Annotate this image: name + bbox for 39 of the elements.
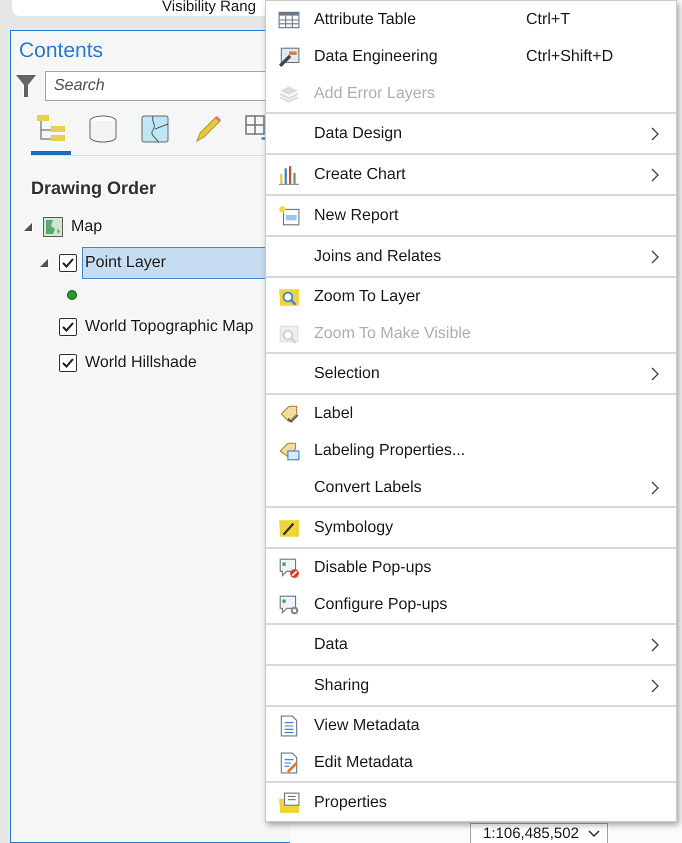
expand-toggle-icon[interactable] (23, 222, 33, 232)
menu-item[interactable]: Properties (266, 783, 676, 822)
menu-item[interactable]: Create Chart (266, 155, 676, 194)
menu-item[interactable]: Edit Metadata (266, 744, 676, 781)
polygon-icon (139, 113, 171, 145)
menu-item[interactable]: New Report (266, 196, 676, 235)
menu-item[interactable]: Convert Labels (266, 469, 676, 506)
layer-name[interactable]: World Hillshade (83, 348, 201, 378)
menu-item[interactable]: Data Design (266, 114, 676, 153)
layer-name[interactable]: Map (69, 212, 106, 242)
bar-chart-icon (278, 164, 300, 186)
pane-title: Contents (19, 39, 104, 63)
expand-toggle-icon[interactable] (39, 258, 49, 268)
map-icon (43, 217, 63, 237)
report-icon (278, 204, 300, 226)
checkbox[interactable] (59, 254, 77, 272)
database-icon (87, 113, 119, 145)
menu-item[interactable]: Configure Pop-ups (266, 586, 676, 623)
menu-item[interactable]: Selection (266, 354, 676, 393)
pencil-document-icon (278, 752, 300, 774)
menu-item[interactable]: Labeling Properties... (266, 432, 676, 469)
layer-name[interactable]: World Topographic Map (83, 312, 258, 342)
menu-item[interactable]: Data (266, 625, 676, 664)
section-heading: Drawing Order (31, 178, 158, 199)
menu-item[interactable]: Sharing (266, 666, 676, 705)
point-symbol (67, 290, 77, 300)
checkbox[interactable] (59, 318, 77, 336)
document-icon (278, 714, 300, 736)
scale-dropdown[interactable]: 1:106,485,502 (470, 823, 608, 843)
menu-item[interactable]: Disable Pop-ups (266, 549, 676, 586)
checkbox[interactable] (59, 354, 77, 372)
menu-item[interactable]: Symbology (266, 508, 676, 547)
filter-icon[interactable] (15, 73, 37, 99)
chevron-down-icon (586, 828, 601, 838)
menu-item[interactable]: Label (266, 395, 676, 432)
menu-item[interactable]: Joins and Relates (266, 237, 676, 276)
view-tab[interactable] (31, 113, 71, 155)
menu-item[interactable]: View Metadata (266, 707, 676, 744)
menu-item[interactable]: Zoom To Layer (266, 278, 676, 315)
